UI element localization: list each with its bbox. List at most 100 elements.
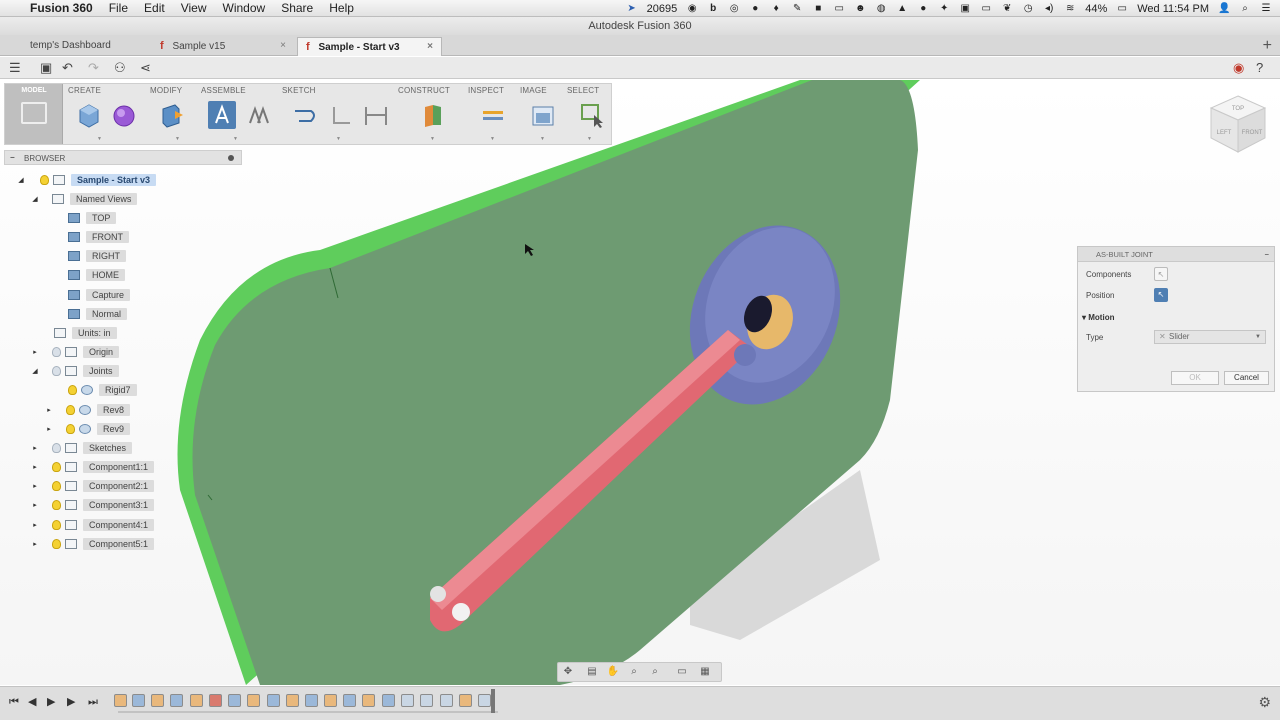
cancel-button[interactable]: Cancel [1224, 371, 1269, 385]
grid-settings-icon[interactable]: ▦ [698, 666, 712, 678]
timeline-feature[interactable] [343, 694, 356, 707]
record-icon[interactable]: ◉ [686, 3, 698, 15]
timeline-feature[interactable] [151, 694, 164, 707]
motion-section-header[interactable]: ▾ Motion [1082, 313, 1114, 322]
dark-square-icon[interactable]: ■ [812, 3, 824, 15]
expand-toggle-icon[interactable]: ▸ [44, 425, 54, 433]
volume-icon[interactable]: ◂) [1043, 3, 1055, 15]
components-select-icon[interactable]: ↖ [1154, 267, 1168, 281]
tree-component4[interactable]: ▸ Component4:1 [30, 517, 155, 533]
tree-view-right[interactable]: RIGHT [68, 248, 126, 264]
timeline-track[interactable] [118, 711, 498, 713]
collapse-icon[interactable]: − [10, 151, 15, 164]
expand-toggle-icon[interactable]: ▸ [30, 501, 40, 509]
joint-icon[interactable] [208, 101, 236, 129]
timeline-marker[interactable] [491, 689, 495, 713]
menu-window[interactable]: Window [223, 1, 266, 15]
dialog-header[interactable]: AS-BUILT JOINT − [1078, 247, 1274, 262]
sphere-icon[interactable] [110, 101, 138, 129]
render-image-icon[interactable] [529, 101, 557, 129]
display-settings-icon[interactable]: ▭ [675, 666, 689, 678]
tree-named-views[interactable]: ◢ Named Views [30, 191, 138, 207]
expand-toggle-icon[interactable]: ▸ [30, 444, 40, 452]
tree-view-home[interactable]: HOME [68, 267, 125, 283]
tree-view-normal[interactable]: Normal [68, 306, 128, 322]
tree-joint-rev8[interactable]: ▸ Rev8 [44, 402, 131, 418]
cursor-icon[interactable]: ➤ [626, 3, 638, 15]
pan-hand-icon[interactable]: ✋ [606, 666, 620, 678]
tree-view-front[interactable]: FRONT [68, 229, 129, 245]
airplay-icon[interactable]: ▭ [980, 3, 992, 15]
circle-icon[interactable]: ● [749, 3, 761, 15]
viewcube[interactable]: TOP FRONT LEFT [1207, 92, 1269, 156]
ok-button[interactable]: OK [1171, 371, 1219, 385]
visibility-bulb-icon[interactable] [68, 385, 77, 395]
wifi-icon[interactable]: ≋ [1064, 3, 1076, 15]
droplet-icon[interactable]: ♦ [770, 3, 782, 15]
timeline-feature[interactable] [170, 694, 183, 707]
workspace-switcher[interactable]: MODEL [5, 84, 63, 144]
expand-toggle-icon[interactable]: ▸ [30, 348, 40, 356]
visibility-bulb-icon[interactable] [52, 481, 61, 491]
visibility-bulb-icon[interactable] [66, 424, 75, 434]
visibility-bulb-icon[interactable] [52, 520, 61, 530]
record-button-icon[interactable]: ◉ [1233, 60, 1244, 76]
display-icon[interactable]: ▣ [959, 3, 971, 15]
tree-sketches[interactable]: ▸ Sketches [30, 440, 133, 456]
group-select[interactable]: SELECT [567, 86, 599, 95]
tree-view-capture[interactable]: Capture [68, 287, 131, 303]
expand-toggle-icon[interactable]: ◢ [30, 195, 40, 203]
modify-dropdown-icon[interactable]: ▼ [175, 136, 180, 142]
expand-toggle-icon[interactable]: ▸ [30, 463, 40, 471]
circle-dot-icon[interactable]: ◍ [875, 3, 887, 15]
time-machine-icon[interactable]: ◷ [1022, 3, 1034, 15]
tab-dashboard[interactable]: temp's Dashboard [22, 37, 152, 56]
timeline-feature[interactable] [324, 694, 337, 707]
expand-toggle-icon[interactable]: ▸ [30, 540, 40, 548]
menu-edit[interactable]: Edit [144, 1, 165, 15]
timeline-feature[interactable] [209, 694, 222, 707]
tree-joint-rigid7[interactable]: Rigid7 [68, 382, 137, 398]
create-dropdown-icon[interactable]: ▼ [97, 136, 102, 142]
group-image[interactable]: IMAGE [520, 86, 547, 95]
tools-icon[interactable]: ✎ [791, 3, 803, 15]
tab-sample-v15[interactable]: f Sample v15 × [152, 37, 294, 56]
assembly-icon[interactable]: ⚇ [114, 60, 126, 76]
close-icon[interactable]: × [427, 38, 433, 56]
visibility-bulb-icon[interactable] [52, 443, 61, 453]
sketch-arc-icon[interactable] [291, 101, 319, 129]
construct-plane-icon[interactable] [419, 101, 447, 129]
battery-percent[interactable]: 44% [1085, 3, 1107, 15]
redo-icon[interactable]: ↷ [88, 60, 99, 76]
pin-icon[interactable] [228, 155, 234, 161]
timeline-feature[interactable] [459, 694, 472, 707]
timeline-feature[interactable] [420, 694, 433, 707]
visibility-bulb-icon[interactable] [66, 405, 75, 415]
tree-joints[interactable]: ◢ Joints [30, 363, 119, 379]
timeline-feature[interactable] [132, 694, 145, 707]
sketch-line-icon[interactable] [362, 101, 390, 129]
spotlight-icon[interactable]: ⌕ [1239, 3, 1251, 15]
visibility-bulb-icon[interactable] [52, 366, 61, 376]
timeline-feature[interactable] [478, 694, 491, 707]
go-to-start-icon[interactable]: ⏮ [9, 695, 19, 709]
timeline-feature[interactable] [228, 694, 241, 707]
visibility-bulb-icon[interactable] [52, 500, 61, 510]
browser-panel-header[interactable]: − BROWSER [4, 150, 242, 165]
evernote-icon[interactable]: ☻ [854, 3, 866, 15]
menu-help[interactable]: Help [329, 1, 354, 15]
timeline-feature[interactable] [190, 694, 203, 707]
timeline-feature[interactable] [362, 694, 375, 707]
status-counter[interactable]: 20695 [647, 3, 678, 15]
assemble-dropdown-icon[interactable]: ▼ [233, 136, 238, 142]
timeline-feature[interactable] [247, 694, 260, 707]
sketch-dimension-icon[interactable] [328, 101, 356, 129]
motion-type-dropdown[interactable]: ✕ Slider ▼ [1154, 330, 1266, 344]
timeline-feature[interactable] [401, 694, 414, 707]
tree-component3[interactable]: ▸ Component3:1 [30, 497, 155, 513]
sketch-dropdown-icon[interactable]: ▼ [336, 136, 341, 142]
expand-toggle-icon[interactable]: ▸ [30, 521, 40, 529]
look-at-icon[interactable]: ▤ [585, 666, 599, 678]
tree-component5[interactable]: ▸ Component5:1 [30, 536, 155, 552]
undo-icon[interactable]: ↶ [62, 60, 73, 76]
